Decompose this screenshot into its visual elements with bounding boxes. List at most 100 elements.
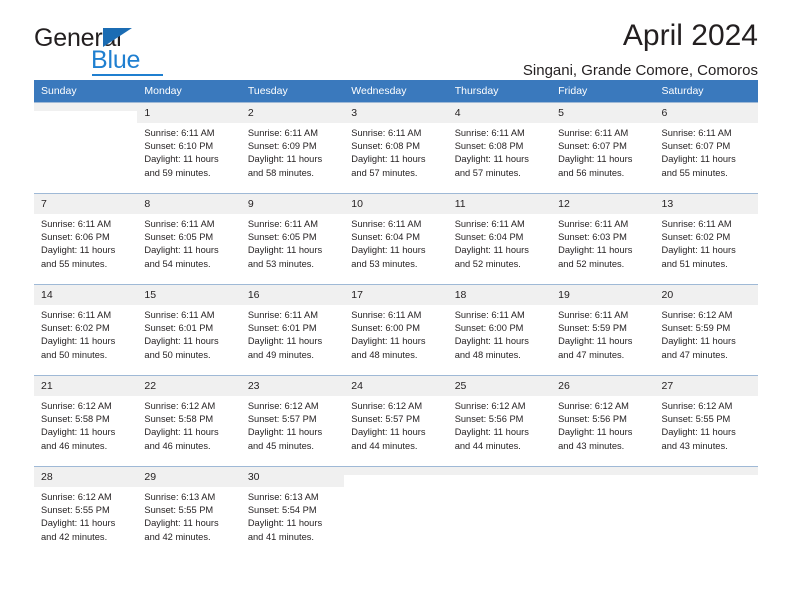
calendar-day-cell[interactable]: 22 Sunrise: 6:12 AM Sunset: 5:58 PM Dayligh… bbox=[137, 375, 241, 467]
sunrise-text: Sunrise: 6:12 AM bbox=[661, 401, 733, 411]
day-details: Sunrise: 6:11 AM Sunset: 6:08 PM Daylight:… bbox=[448, 123, 551, 180]
daylight-text-line1: Daylight: 11 hours bbox=[247, 427, 323, 438]
sunrise-text: Sunrise: 6:12 AM bbox=[41, 492, 112, 502]
day-number: 16 bbox=[240, 285, 345, 305]
daylight-text-line1: Daylight: 11 hours bbox=[454, 336, 529, 347]
calendar-cell-empty bbox=[551, 466, 655, 557]
day-number: 27 bbox=[654, 376, 758, 396]
calendar-day-cell[interactable]: 14 Sunrise: 6:11 AM Sunset: 6:02 PM Dayligh… bbox=[34, 284, 138, 376]
daylight-text-line2: and 42 minutes. bbox=[144, 531, 211, 542]
daylight-text-line2: and 55 minutes. bbox=[661, 167, 728, 178]
calendar-day-cell[interactable]: 24 Sunrise: 6:12 AM Sunset: 5:57 PM Dayligh… bbox=[344, 375, 448, 467]
sunset-text: Sunset: 6:02 PM bbox=[41, 323, 110, 334]
calendar-day-cell[interactable]: 1 Sunrise: 6:11 AM Sunset: 6:10 PM Daylight… bbox=[137, 102, 241, 194]
daylight-text-line2: and 44 minutes. bbox=[351, 440, 418, 451]
calendar-day-cell[interactable]: 15 Sunrise: 6:11 AM Sunset: 6:01 PM Dayligh… bbox=[137, 284, 241, 376]
day-number bbox=[447, 467, 552, 475]
daylight-text-line2: and 54 minutes. bbox=[144, 258, 211, 269]
sunset-text: Sunset: 6:00 PM bbox=[351, 323, 420, 334]
calendar-day-cell[interactable]: 8 Sunrise: 6:11 AM Sunset: 6:05 PM Daylight… bbox=[137, 193, 241, 285]
calendar-day-cell[interactable]: 11 Sunrise: 6:11 AM Sunset: 6:04 PM Dayligh… bbox=[447, 193, 552, 285]
daylight-text-line2: and 59 minutes. bbox=[144, 167, 211, 178]
sunrise-text: Sunrise: 6:11 AM bbox=[351, 128, 422, 138]
calendar-day-cell[interactable]: 21 Sunrise: 6:12 AM Sunset: 5:58 PM Dayligh… bbox=[34, 375, 138, 467]
day-number: 4 bbox=[447, 103, 552, 123]
calendar-day-cell[interactable]: 27 Sunrise: 6:12 AM Sunset: 5:55 PM Dayligh… bbox=[654, 375, 758, 467]
sunset-text: Sunset: 5:59 PM bbox=[558, 323, 627, 334]
page-subtitle: Singani, Grande Comore, Comoros bbox=[522, 62, 758, 79]
calendar-day-cell[interactable]: 19 Sunrise: 6:11 AM Sunset: 5:59 PM Dayligh… bbox=[551, 284, 655, 376]
daylight-text-line2: and 53 minutes. bbox=[351, 258, 418, 269]
sunrise-text: Sunrise: 6:11 AM bbox=[558, 128, 629, 138]
calendar-day-cell[interactable]: 29 Sunrise: 6:13 AM Sunset: 5:55 PM Dayligh… bbox=[137, 466, 241, 557]
daylight-text-line2: and 52 minutes. bbox=[558, 258, 625, 269]
sunrise-text: Sunrise: 6:11 AM bbox=[351, 219, 422, 229]
calendar-day-cell[interactable]: 17 Sunrise: 6:11 AM Sunset: 6:00 PM Dayligh… bbox=[344, 284, 448, 376]
calendar-day-cell[interactable]: 7 Sunrise: 6:11 AM Sunset: 6:06 PM Daylight… bbox=[34, 193, 138, 285]
calendar-day-cell[interactable]: 3 Sunrise: 6:11 AM Sunset: 6:08 PM Daylight… bbox=[344, 102, 448, 194]
calendar-day-cell[interactable]: 25 Sunrise: 6:12 AM Sunset: 5:56 PM Dayligh… bbox=[447, 375, 552, 467]
weekday-header-sunday: Sunday bbox=[34, 80, 138, 103]
sunset-text: Sunset: 5:55 PM bbox=[41, 505, 110, 516]
calendar-page: General Blue April 2024 Singani, Grande … bbox=[0, 0, 792, 612]
calendar-day-cell[interactable]: 5 Sunrise: 6:11 AM Sunset: 6:07 PM Daylight… bbox=[551, 102, 655, 194]
day-number: 24 bbox=[344, 376, 448, 396]
calendar-day-cell[interactable]: 10 Sunrise: 6:11 AM Sunset: 6:04 PM Dayligh… bbox=[344, 193, 448, 285]
calendar-week-row: 14 Sunrise: 6:11 AM Sunset: 6:02 PM Dayligh… bbox=[34, 284, 758, 376]
calendar-day-cell[interactable]: 18 Sunrise: 6:11 AM Sunset: 6:00 PM Dayligh… bbox=[447, 284, 552, 376]
weekday-header-tuesday: Tuesday bbox=[240, 80, 345, 103]
daylight-text-line1: Daylight: 11 hours bbox=[558, 245, 633, 256]
day-number: 13 bbox=[654, 194, 758, 214]
calendar-day-cell[interactable]: 13 Sunrise: 6:11 AM Sunset: 6:02 PM Dayligh… bbox=[654, 193, 758, 285]
day-number bbox=[551, 467, 655, 475]
sunrise-text: Sunrise: 6:11 AM bbox=[661, 128, 732, 138]
day-details: Sunrise: 6:12 AM Sunset: 5:57 PM Daylight:… bbox=[344, 396, 447, 453]
sunset-text: Sunset: 5:54 PM bbox=[247, 505, 317, 516]
daylight-text-line1: Daylight: 11 hours bbox=[144, 427, 219, 438]
calendar-day-cell[interactable]: 6 Sunrise: 6:11 AM Sunset: 6:07 PM Daylight… bbox=[654, 102, 758, 194]
day-number: 17 bbox=[344, 285, 448, 305]
calendar-day-cell[interactable]: 28 Sunrise: 6:12 AM Sunset: 5:55 PM Dayligh… bbox=[34, 466, 138, 557]
sunrise-text: Sunrise: 6:11 AM bbox=[144, 310, 215, 320]
day-number: 11 bbox=[447, 194, 552, 214]
day-number: 25 bbox=[447, 376, 552, 396]
day-number: 26 bbox=[551, 376, 655, 396]
day-details: Sunrise: 6:11 AM Sunset: 6:05 PM Daylight:… bbox=[241, 214, 344, 271]
day-number: 30 bbox=[240, 467, 345, 487]
calendar-day-cell[interactable]: 9 Sunrise: 6:11 AM Sunset: 6:05 PM Daylight… bbox=[240, 193, 345, 285]
calendar-week-row: 1 Sunrise: 6:11 AM Sunset: 6:10 PM Daylight… bbox=[34, 102, 758, 194]
day-details: Sunrise: 6:11 AM Sunset: 6:01 PM Daylight:… bbox=[137, 305, 240, 362]
calendar-day-cell[interactable]: 4 Sunrise: 6:11 AM Sunset: 6:08 PM Daylight… bbox=[447, 102, 552, 194]
sunset-text: Sunset: 6:10 PM bbox=[144, 141, 214, 152]
sunrise-text: Sunrise: 6:12 AM bbox=[41, 401, 112, 411]
calendar-day-cell[interactable]: 23 Sunrise: 6:12 AM Sunset: 5:57 PM Dayligh… bbox=[240, 375, 345, 467]
calendar-day-cell[interactable]: 12 Sunrise: 6:11 AM Sunset: 6:03 PM Dayligh… bbox=[551, 193, 655, 285]
day-details: Sunrise: 6:11 AM Sunset: 6:05 PM Daylight:… bbox=[137, 214, 240, 271]
calendar-day-cell[interactable]: 16 Sunrise: 6:11 AM Sunset: 6:01 PM Dayligh… bbox=[240, 284, 345, 376]
sunrise-text: Sunrise: 6:12 AM bbox=[144, 401, 216, 411]
calendar-day-cell[interactable]: 20 Sunrise: 6:12 AM Sunset: 5:59 PM Dayligh… bbox=[654, 284, 758, 376]
sunrise-text: Sunrise: 6:11 AM bbox=[351, 310, 422, 320]
daylight-text-line2: and 44 minutes. bbox=[454, 440, 521, 451]
weekday-header-wednesday: Wednesday bbox=[344, 80, 448, 103]
day-details: Sunrise: 6:13 AM Sunset: 5:54 PM Daylight:… bbox=[241, 487, 344, 544]
weekday-header-thursday: Thursday bbox=[447, 80, 552, 103]
sunrise-text: Sunrise: 6:11 AM bbox=[247, 128, 318, 138]
daylight-text-line2: and 46 minutes. bbox=[41, 440, 108, 451]
day-details: Sunrise: 6:11 AM Sunset: 6:04 PM Daylight:… bbox=[344, 214, 447, 271]
calendar-day-cell[interactable]: 26 Sunrise: 6:12 AM Sunset: 5:56 PM Dayligh… bbox=[551, 375, 655, 467]
sunset-text: Sunset: 6:08 PM bbox=[351, 141, 420, 152]
sunrise-text: Sunrise: 6:13 AM bbox=[247, 492, 319, 502]
sunrise-text: Sunrise: 6:12 AM bbox=[247, 401, 319, 411]
day-details: Sunrise: 6:12 AM Sunset: 5:55 PM Daylight:… bbox=[655, 396, 758, 453]
sunset-text: Sunset: 5:58 PM bbox=[144, 414, 214, 425]
calendar-day-cell[interactable]: 2 Sunrise: 6:11 AM Sunset: 6:09 PM Daylight… bbox=[240, 102, 345, 194]
daylight-text-line1: Daylight: 11 hours bbox=[454, 154, 529, 165]
sunset-text: Sunset: 5:56 PM bbox=[558, 414, 627, 425]
weekday-header-friday: Friday bbox=[551, 80, 655, 103]
calendar-day-cell[interactable]: 30 Sunrise: 6:13 AM Sunset: 5:54 PM Dayligh… bbox=[240, 466, 345, 557]
day-details: Sunrise: 6:12 AM Sunset: 5:56 PM Daylight:… bbox=[448, 396, 551, 453]
daylight-text-line2: and 46 minutes. bbox=[144, 440, 211, 451]
day-number: 8 bbox=[137, 194, 241, 214]
calendar-table: Sunday Monday Tuesday Wednesday Thursday… bbox=[34, 80, 758, 557]
